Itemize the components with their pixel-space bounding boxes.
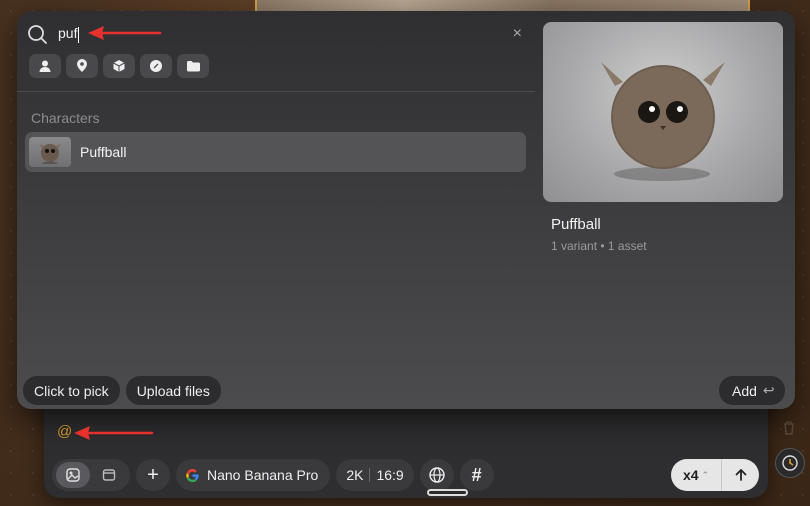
- asset-picker-popup: puf × Characters Puffball Click to pick …: [17, 11, 795, 409]
- filter-styles[interactable]: [140, 54, 172, 78]
- send-button[interactable]: [721, 459, 759, 491]
- add-button[interactable]: +: [136, 459, 170, 491]
- filter-folders[interactable]: [177, 54, 209, 78]
- click-to-pick-button[interactable]: Click to pick: [23, 376, 120, 405]
- clapperboard-icon: [102, 469, 116, 481]
- upload-files-button[interactable]: Upload files: [125, 376, 221, 405]
- image-mode-button[interactable]: [56, 462, 90, 488]
- separator: [369, 468, 371, 482]
- clock-icon: [782, 455, 798, 471]
- annotation-arrow-prompt: [74, 426, 154, 440]
- resolution-value: 2K: [346, 467, 364, 483]
- mode-toggle: [52, 459, 130, 491]
- model-selector[interactable]: Nano Banana Pro: [176, 459, 331, 491]
- folder-icon: [186, 61, 200, 72]
- add-label: Add: [732, 382, 757, 399]
- puffball-illustration: [601, 62, 725, 181]
- tags-button[interactable]: #: [459, 459, 494, 491]
- filter-bar: [29, 54, 209, 78]
- plus-icon: +: [147, 464, 159, 486]
- return-icon: ↩: [762, 382, 775, 398]
- list-item-label: Puffball: [80, 144, 127, 160]
- image-icon: [66, 468, 80, 482]
- arrow-up-icon: [735, 469, 746, 481]
- preview-pane: Puffball 1 variant • 1 asset: [535, 11, 795, 409]
- composer-toolbar: + Nano Banana Pro 2K 16:9 #: [52, 458, 494, 492]
- results-pane: puf × Characters Puffball Click to pick …: [17, 11, 535, 409]
- prompt-input[interactable]: @: [57, 423, 72, 440]
- clear-search-icon[interactable]: ×: [513, 25, 522, 43]
- character-thumbnail: [29, 137, 71, 167]
- divider: [17, 91, 535, 92]
- trash-icon[interactable]: [780, 419, 798, 437]
- filter-objects[interactable]: [103, 54, 135, 78]
- search-icon: [28, 24, 47, 44]
- search-input[interactable]: puf: [58, 25, 80, 43]
- annotation-arrow-search: [88, 26, 162, 40]
- hash-icon: #: [471, 464, 482, 485]
- history-button[interactable]: [775, 448, 805, 478]
- aspect-ratio-value: 16:9: [376, 467, 404, 483]
- list-item[interactable]: Puffball: [25, 132, 526, 172]
- chevron-updown-icon: ⌃: [701, 469, 710, 480]
- google-logo-icon: [186, 468, 199, 482]
- location-pin-icon: [77, 59, 87, 72]
- compass-icon: [150, 60, 162, 72]
- picker-actions: Click to pick Upload files: [23, 376, 221, 405]
- globe-icon: [428, 467, 445, 483]
- video-mode-button[interactable]: [92, 462, 126, 488]
- person-icon: [39, 60, 51, 72]
- filter-characters[interactable]: [29, 54, 61, 78]
- cube-icon: [113, 60, 125, 72]
- generate-controls: x4 ⌃: [671, 459, 759, 491]
- section-heading: Characters: [31, 110, 100, 126]
- preview-title: Puffball: [551, 216, 601, 233]
- preview-image: [543, 22, 783, 202]
- add-button-confirm[interactable]: Add ↩: [719, 376, 785, 405]
- filter-locations[interactable]: [66, 54, 98, 78]
- web-search-button[interactable]: [419, 459, 454, 491]
- drag-handle[interactable]: [427, 489, 468, 496]
- preview-meta: 1 variant • 1 asset: [551, 239, 647, 253]
- model-name: Nano Banana Pro: [207, 467, 319, 483]
- resolution-aspect-selector[interactable]: 2K 16:9: [336, 459, 414, 491]
- count-value: x4: [682, 467, 699, 483]
- count-selector[interactable]: x4 ⌃: [671, 459, 721, 491]
- puffball-thumbnail: [39, 144, 61, 164]
